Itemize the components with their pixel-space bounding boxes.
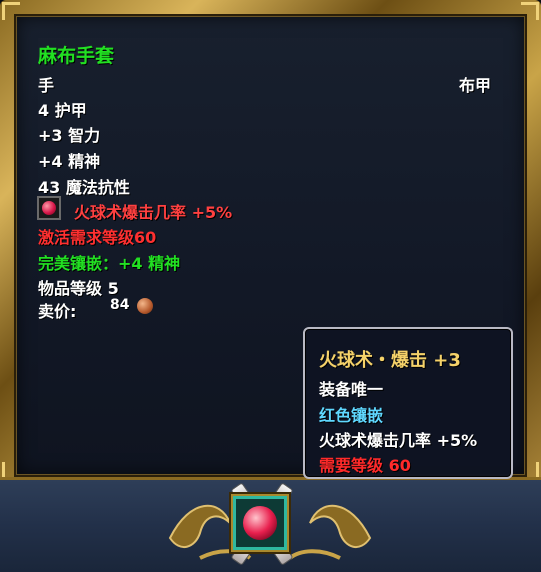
stat-intellect: +3 智力 [38,126,101,145]
stat-spirit: +4 精神 [38,152,101,171]
gem-effect: 火球术爆击几率 +5% [74,203,233,222]
item-name: 麻布手套 [38,45,115,67]
gem-tooltip-title: 火球术・爆击 +3 [319,350,461,371]
sell-price-label: 卖价: [38,302,77,321]
gem-tooltip-effect: 火球术爆击几率 +5% [319,431,478,450]
sell-price-amount: 84 [110,297,130,313]
item-slot: 手 [38,76,55,95]
red-gem-icon[interactable] [37,196,61,220]
item-level: 物品等级 5 [38,279,119,298]
frame-corner [2,2,20,20]
gem-tooltip-unique: 装备唯一 [319,380,384,399]
gem-tooltip-socket-color: 红色镶嵌 [319,406,384,425]
socket-bonus: 完美镶嵌：+4 精神 [38,254,181,273]
frame-corner [521,2,539,20]
gem-tooltip: 火球术・爆击 +3 装备唯一 红色镶嵌 火球术爆击几率 +5% 需要等级 60 [303,327,513,479]
socketed-red-gem-icon[interactable] [233,496,287,550]
stat-armor: 4 护甲 [38,101,87,120]
stat-magic-resist: 43 魔法抗性 [38,178,130,197]
armor-type: 布甲 [458,76,491,95]
gem-tooltip-requirement: 需要等级 60 [319,456,411,475]
activation-requirement: 激活需求等级60 [38,228,157,247]
copper-coin-icon [137,298,153,314]
